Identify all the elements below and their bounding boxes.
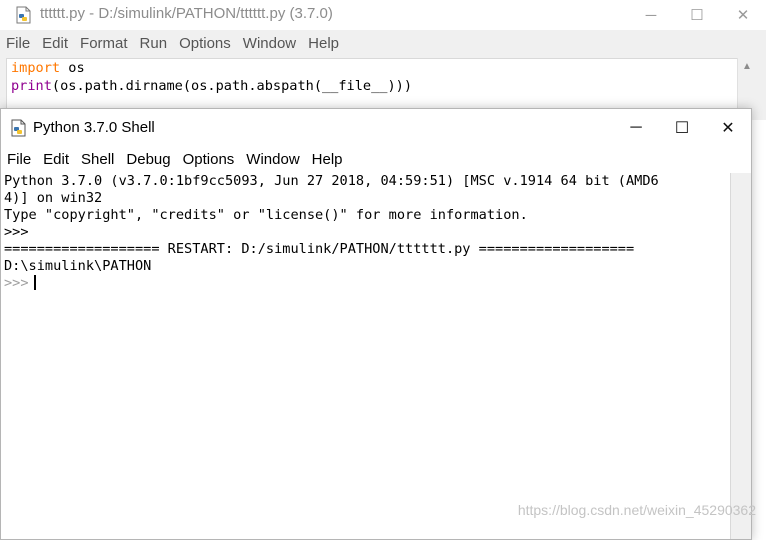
watermark: https://blog.csdn.net/weixin_45290362	[517, 502, 756, 518]
shell-minimize-button[interactable]: ─	[613, 109, 659, 147]
editor-maximize-button[interactable]: ☐	[674, 0, 720, 30]
code-builtin: print	[11, 78, 52, 94]
editor-titlebar[interactable]: tttttt.py - D:/simulink/PATHON/tttttt.py…	[0, 0, 766, 30]
code-text: os	[60, 60, 85, 76]
editor-menu-window[interactable]: Window	[237, 32, 302, 56]
minimize-icon: ─	[645, 6, 657, 24]
console-prompt: >>>	[4, 275, 29, 291]
shell-titlebar[interactable]: Python 3.7.0 Shell ─ ☐ ✕	[1, 109, 751, 147]
shell-menubar: File Edit Shell Debug Options Window Hel…	[1, 149, 349, 171]
editor-menu-file[interactable]: File	[0, 32, 36, 56]
console-banner-line: Python 3.7.0 (v3.7.0:1bf9cc5093, Jun 27 …	[4, 173, 659, 189]
code-keyword: import	[11, 60, 61, 76]
console-prompt: >>>	[4, 224, 29, 240]
editor-minimize-button[interactable]: ─	[628, 0, 674, 30]
shell-menu-debug[interactable]: Debug	[120, 149, 176, 171]
scroll-up-arrow-icon[interactable]: ▲	[738, 58, 756, 74]
shell-menu-options[interactable]: Options	[177, 149, 241, 171]
editor-menu-options[interactable]: Options	[173, 32, 237, 56]
editor-menubar: File Edit Format Run Options Window Help	[0, 32, 345, 56]
console-restart-line: =================== RESTART: D:/simulink…	[4, 241, 635, 257]
shell-title: Python 3.7.0 Shell	[33, 119, 155, 136]
text-cursor	[33, 275, 36, 290]
code-line-2: print(os.path.dirname(os.path.abspath(__…	[7, 77, 737, 95]
console-banner-line: Type "copyright", "credits" or "license(…	[4, 207, 528, 223]
shell-maximize-button[interactable]: ☐	[659, 109, 705, 147]
maximize-icon: ☐	[690, 7, 704, 24]
close-icon: ✕	[721, 120, 735, 137]
shell-window: Python 3.7.0 Shell ─ ☐ ✕ File Edit Shell…	[0, 108, 752, 540]
shell-menu-window[interactable]: Window	[240, 149, 305, 171]
editor-menu-format[interactable]: Format	[74, 32, 134, 56]
shell-menu-shell[interactable]: Shell	[75, 149, 120, 171]
editor-window: tttttt.py - D:/simulink/PATHON/tttttt.py…	[0, 0, 766, 120]
editor-title: tttttt.py - D:/simulink/PATHON/tttttt.py…	[40, 5, 333, 22]
editor-menu-run[interactable]: Run	[134, 32, 174, 56]
shell-menu-file[interactable]: File	[1, 149, 37, 171]
console-input-line[interactable]: >>>	[1, 275, 731, 292]
shell-scrollbar[interactable]	[730, 173, 751, 539]
editor-menu-help[interactable]: Help	[302, 32, 345, 56]
console-banner-line: 4)] on win32	[4, 190, 103, 206]
close-icon: ✕	[736, 7, 750, 24]
python-shell-icon	[11, 119, 26, 137]
minimize-icon: ─	[630, 119, 642, 136]
maximize-icon: ☐	[674, 120, 690, 137]
shell-console[interactable]: Python 3.7.0 (v3.7.0:1bf9cc5093, Jun 27 …	[1, 173, 731, 525]
editor-menu-edit[interactable]: Edit	[36, 32, 74, 56]
code-text: (os.path.dirname(os.path.abspath(__file_…	[51, 78, 413, 94]
shell-menu-help[interactable]: Help	[306, 149, 349, 171]
editor-close-button[interactable]: ✕	[720, 0, 766, 30]
code-line-1: import os	[7, 59, 737, 77]
console-output-line: D:\simulink\PATHON	[4, 258, 152, 274]
python-file-icon	[16, 6, 31, 24]
shell-close-button[interactable]: ✕	[705, 109, 751, 147]
shell-menu-edit[interactable]: Edit	[37, 149, 75, 171]
editor-code-area[interactable]: import os print(os.path.dirname(os.path.…	[6, 58, 738, 110]
editor-scrollbar[interactable]: ▲	[737, 58, 756, 108]
